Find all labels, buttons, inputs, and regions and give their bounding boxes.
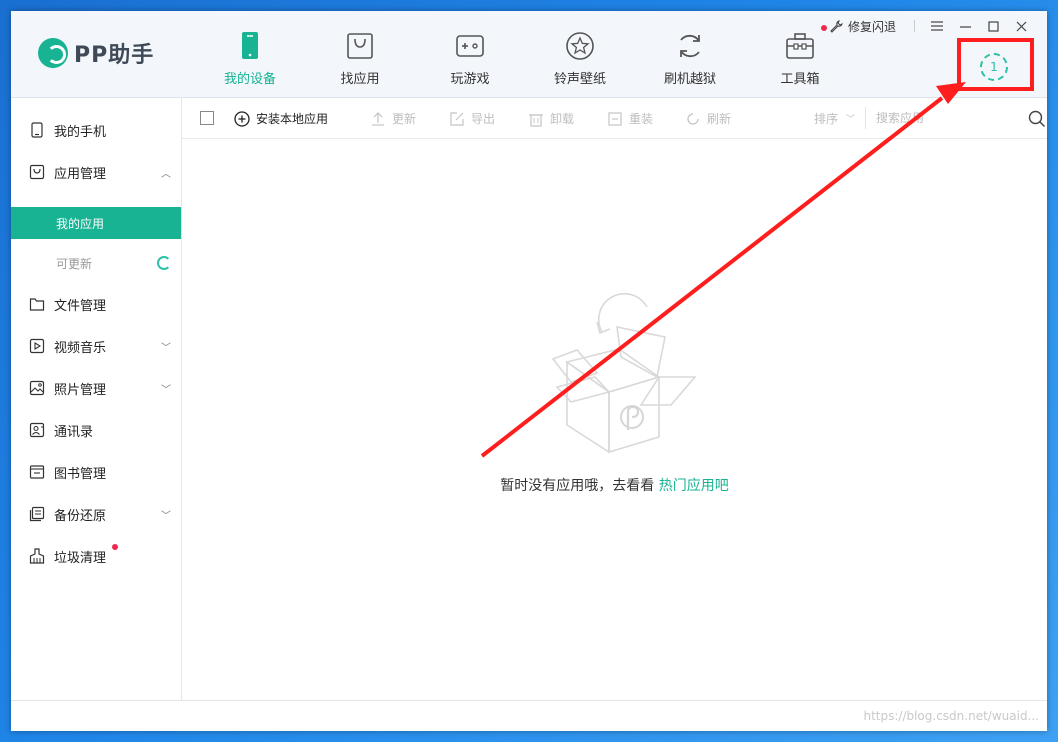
sort-dropdown[interactable]: 排序 ﹀ (814, 98, 855, 139)
refresh-icon (687, 112, 699, 125)
hamburger-icon (931, 21, 943, 31)
folder-icon (29, 298, 45, 311)
nav-item-flash-jailbreak[interactable]: 刷机越狱 (635, 11, 745, 98)
hot-apps-link[interactable]: 热门应用吧 (659, 478, 729, 494)
nav-item-find-apps[interactable]: 找应用 (305, 11, 415, 98)
annotation-highlight-box (957, 38, 1034, 91)
app-name: PP助手 (74, 43, 155, 68)
sidebar-item-junk-cleanup[interactable]: 垃圾清理 (11, 540, 181, 572)
minimize-icon (959, 25, 971, 28)
sidebar-item-file-management[interactable]: 文件管理 (11, 288, 181, 320)
toolbox-icon (786, 33, 814, 59)
minimize-button[interactable] (951, 16, 979, 36)
nav-item-my-device[interactable]: 我的设备 (195, 11, 305, 98)
empty-state-message: 暂时没有应用哦，去看看 热门应用吧 (500, 478, 729, 494)
chevron-down-icon: ﹀ (161, 384, 171, 396)
phone-icon (31, 122, 43, 138)
contacts-icon (29, 422, 45, 438)
watermark: https://blog.csdn.net/wuaid... (863, 709, 1039, 723)
sidebar: 我的手机 应用管理 ︿ 我的应用 可更新 文件管理 视频音乐 ﹀ 照片管理 ﹀ … (11, 98, 182, 700)
close-button[interactable] (1007, 16, 1035, 36)
add-circle-icon (234, 110, 250, 127)
maximize-icon (987, 20, 999, 32)
export-button[interactable]: 导出 (449, 98, 495, 139)
search-input[interactable] (876, 106, 1026, 130)
loading-spinner-icon (157, 256, 171, 270)
play-icon (29, 338, 45, 354)
status-bar: https://blog.csdn.net/wuaid... (11, 700, 1047, 731)
app-list-area: 暂时没有应用哦，去看看 热门应用吧 (182, 139, 1047, 700)
maximize-button[interactable] (979, 16, 1007, 36)
sidebar-item-my-apps[interactable]: 我的应用 (11, 207, 181, 239)
sidebar-item-updatable[interactable]: 可更新 (11, 247, 181, 279)
book-icon (29, 465, 45, 479)
shopping-bag-icon (347, 33, 373, 59)
image-icon (29, 380, 45, 396)
bag-icon (29, 164, 45, 180)
pp-logo-icon (38, 38, 68, 68)
divider (914, 20, 915, 32)
phone-icon (242, 32, 258, 59)
wrench-icon (830, 19, 843, 33)
nav-item-games[interactable]: 玩游戏 (415, 11, 525, 98)
chevron-up-icon: ︿ (161, 168, 171, 180)
refresh-icon (680, 34, 700, 58)
uninstall-button[interactable]: 卸载 (528, 98, 574, 139)
notification-dot (112, 544, 118, 550)
gamepad-icon (456, 35, 484, 57)
notification-dot (821, 25, 827, 31)
install-local-app-button[interactable]: 安装本地应用 (234, 98, 328, 139)
backup-icon (29, 506, 45, 522)
sidebar-item-app-management[interactable]: 应用管理 ︿ (11, 156, 181, 188)
update-button[interactable]: 更新 (370, 98, 416, 139)
divider (865, 107, 866, 129)
title-bar-controls: 修复闪退 (830, 16, 1035, 36)
chevron-down-icon: ﹀ (161, 342, 171, 354)
sidebar-item-contacts[interactable]: 通讯录 (11, 414, 181, 446)
empty-box-icon (551, 292, 697, 454)
upload-icon (372, 111, 384, 126)
export-icon (450, 111, 464, 126)
trash-icon (529, 113, 543, 127)
app-logo: PP助手 (38, 37, 154, 69)
reinstall-icon (608, 111, 622, 126)
refresh-button[interactable]: 刷新 (685, 98, 731, 139)
chevron-down-icon: ﹀ (161, 510, 171, 522)
main-nav: 我的设备 找应用 玩游戏 铃声壁纸 刷机越狱 工具箱 (195, 11, 855, 98)
sidebar-item-book-management[interactable]: 图书管理 (11, 456, 181, 488)
repair-crash-button[interactable]: 修复闪退 (830, 18, 896, 35)
sidebar-item-photo-management[interactable]: 照片管理 ﹀ (11, 372, 181, 404)
sidebar-item-backup-restore[interactable]: 备份还原 ﹀ (11, 498, 181, 530)
search-icon[interactable] (1028, 110, 1046, 128)
app-window: PP助手 我的设备 找应用 玩游戏 铃声壁纸 刷机越狱 工具箱 修复闪退 1 我… (11, 11, 1047, 731)
reinstall-button[interactable]: 重装 (607, 98, 653, 139)
select-all-checkbox[interactable] (200, 111, 214, 125)
header: PP助手 我的设备 找应用 玩游戏 铃声壁纸 刷机越狱 工具箱 修复闪退 1 (11, 11, 1047, 98)
nav-item-ringtones-wallpapers[interactable]: 铃声壁纸 (525, 11, 635, 98)
toolbar: 安装本地应用 更新 导出 卸载 重装 刷新 排序 ﹀ 搜索应用 (182, 98, 1047, 139)
star-circle-icon (566, 32, 594, 60)
sidebar-item-my-phone[interactable]: 我的手机 (11, 114, 181, 146)
menu-button[interactable] (923, 16, 951, 36)
close-icon (1016, 21, 1026, 31)
broom-icon (29, 548, 45, 564)
chevron-down-icon: ﹀ (846, 115, 856, 125)
sidebar-item-video-music[interactable]: 视频音乐 ﹀ (11, 330, 181, 362)
